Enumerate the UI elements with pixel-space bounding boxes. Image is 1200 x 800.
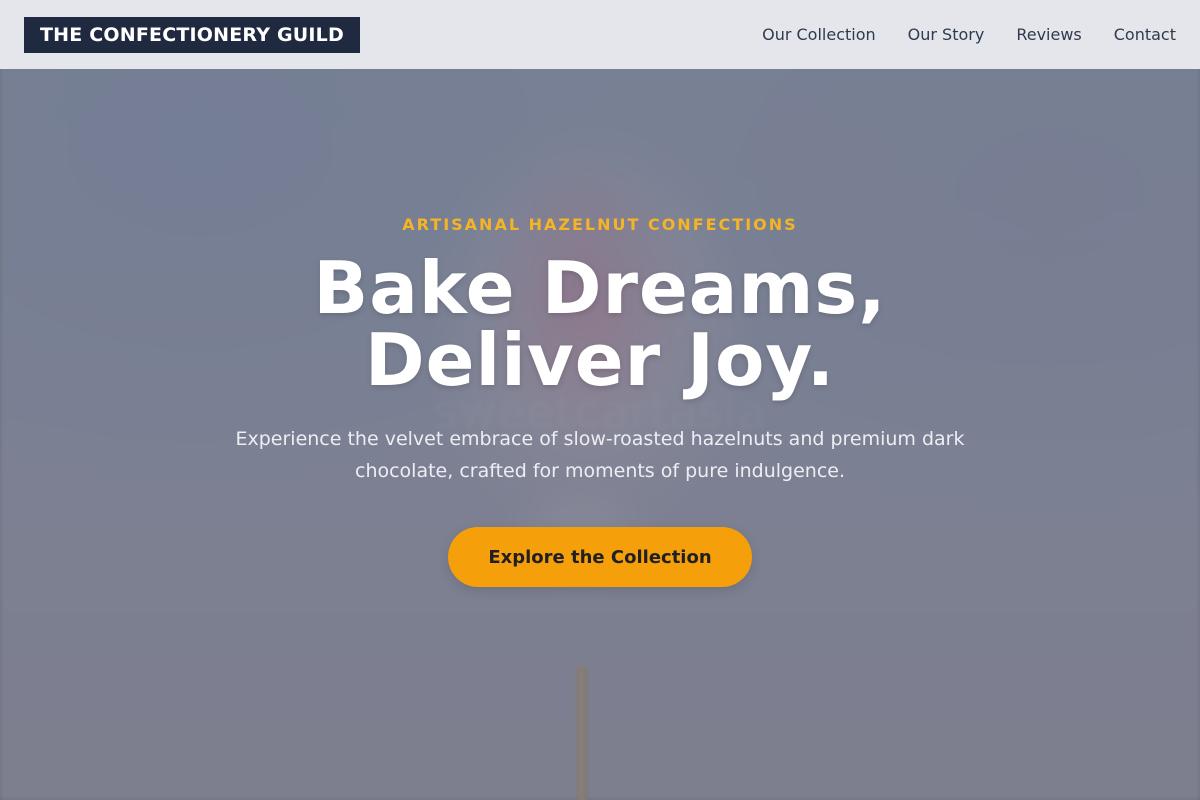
hero-title: Bake Dreams, Deliver Joy.: [0, 252, 1200, 396]
nav-link-contact[interactable]: Contact: [1114, 25, 1176, 44]
nav-link-our-collection[interactable]: Our Collection: [762, 25, 876, 44]
hero-title-line-1: Bake Dreams,: [313, 246, 887, 330]
brand-logo[interactable]: THE CONFECTIONERY GUILD: [24, 16, 360, 53]
landing-page: sweetcartasia THE CONFECTIONERY GUILD Ou…: [0, 0, 1200, 800]
main-nav: Our Collection Our Story Reviews Contact: [762, 25, 1176, 44]
hero-subtitle: Experience the velvet embrace of slow-ro…: [235, 428, 965, 482]
hero-title-line-2: Deliver Joy.: [364, 318, 836, 402]
site-header: THE CONFECTIONERY GUILD Our Collection O…: [0, 0, 1200, 69]
nav-link-our-story[interactable]: Our Story: [908, 25, 985, 44]
hero-eyebrow: ARTISANAL HAZELNUT CONFECTIONS: [402, 215, 798, 234]
hero-section: ARTISANAL HAZELNUT CONFECTIONS Bake Drea…: [0, 0, 1200, 800]
nav-link-reviews[interactable]: Reviews: [1016, 25, 1081, 44]
explore-collection-button[interactable]: Explore the Collection: [448, 527, 752, 587]
